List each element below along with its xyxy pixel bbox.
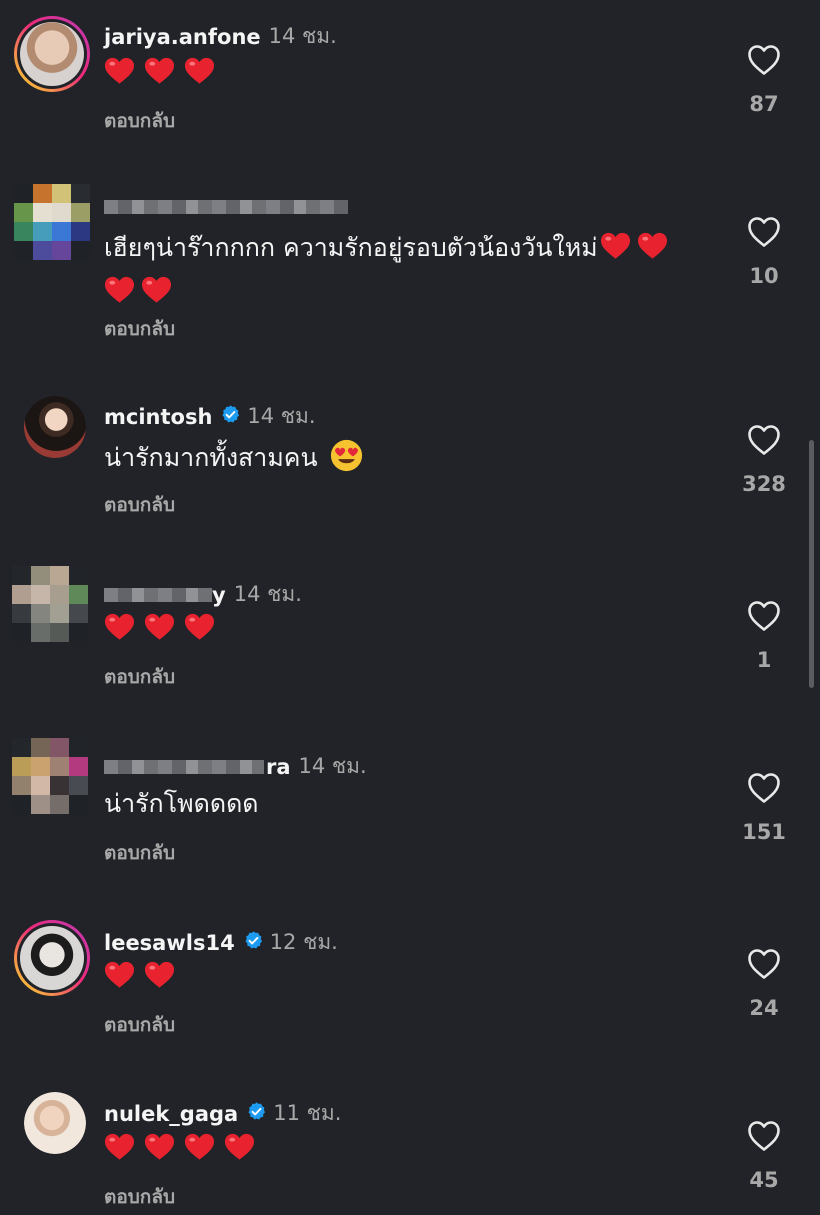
red-heart-emoji bbox=[104, 276, 135, 303]
avatar[interactable] bbox=[14, 184, 90, 260]
avatar[interactable] bbox=[12, 566, 88, 642]
like-count[interactable]: 1 bbox=[724, 648, 804, 672]
heart-emoji-row bbox=[104, 1132, 255, 1162]
heart-emoji-row bbox=[104, 612, 215, 642]
reply-button[interactable]: ตอบกลับ bbox=[104, 838, 175, 868]
like-control: 151 bbox=[724, 772, 804, 844]
reply-button[interactable]: ตอบกลับ bbox=[104, 106, 175, 136]
like-count[interactable]: 45 bbox=[724, 1168, 804, 1192]
like-count[interactable]: 151 bbox=[724, 820, 804, 844]
heart-outline-icon[interactable] bbox=[724, 44, 804, 76]
like-count[interactable]: 328 bbox=[724, 472, 804, 496]
comment-header bbox=[104, 200, 348, 214]
red-heart-emoji bbox=[104, 1133, 135, 1160]
red-heart-emoji bbox=[141, 276, 172, 303]
scrollbar[interactable] bbox=[809, 440, 814, 688]
username-blurred[interactable] bbox=[104, 200, 348, 214]
like-control: 10 bbox=[724, 216, 804, 288]
red-heart-emoji bbox=[104, 613, 135, 640]
timestamp: 14 ชม. bbox=[233, 582, 302, 606]
red-heart-emoji bbox=[637, 232, 667, 259]
timestamp: 14 ชม. bbox=[268, 24, 337, 48]
reply-button[interactable]: ตอบกลับ bbox=[104, 662, 175, 692]
timestamp: 12 ชม. bbox=[269, 930, 338, 954]
heart-outline-icon[interactable] bbox=[724, 600, 804, 632]
red-heart-emoji bbox=[144, 57, 175, 84]
heart-outline-icon[interactable] bbox=[724, 424, 804, 456]
reply-button[interactable]: ตอบกลับ bbox=[104, 490, 175, 520]
red-heart-emoji bbox=[144, 961, 175, 988]
username-blurred[interactable] bbox=[104, 587, 212, 602]
username[interactable]: nulek_gaga bbox=[104, 1102, 238, 1126]
red-heart-emoji bbox=[104, 57, 135, 84]
heart-eyes-emoji bbox=[330, 439, 362, 472]
comment-text: เฮียๆน่าร๊ากกกก ความรักอยู่รอบตัวน้องวัน… bbox=[104, 226, 714, 314]
comments-screen: jariya.anfone 14 ชม. ตอบกลับ 87 เฮียๆน่า… bbox=[0, 0, 820, 1215]
red-heart-emoji bbox=[104, 961, 135, 988]
reply-button[interactable]: ตอบกลับ bbox=[104, 314, 175, 344]
like-count[interactable]: 10 bbox=[724, 264, 804, 288]
avatar[interactable] bbox=[14, 920, 90, 996]
verified-badge-icon bbox=[243, 930, 262, 956]
like-control: 328 bbox=[724, 424, 804, 496]
comment-header: ra 14 ชม. bbox=[104, 750, 367, 783]
timestamp: 14 ชม. bbox=[247, 404, 316, 428]
avatar[interactable] bbox=[24, 1092, 86, 1154]
timestamp: 11 ชม. bbox=[273, 1101, 342, 1125]
like-control: 24 bbox=[724, 948, 804, 1020]
heart-outline-icon[interactable] bbox=[724, 1120, 804, 1152]
like-count[interactable]: 24 bbox=[724, 996, 804, 1020]
like-control: 87 bbox=[724, 44, 804, 116]
like-control: 1 bbox=[724, 600, 804, 672]
username[interactable]: mcintosh bbox=[104, 405, 212, 429]
avatar[interactable] bbox=[14, 16, 90, 92]
username[interactable]: ra bbox=[266, 755, 291, 779]
heart-outline-icon[interactable] bbox=[724, 948, 804, 980]
verified-badge-icon bbox=[246, 1101, 266, 1127]
reply-button[interactable]: ตอบกลับ bbox=[104, 1010, 175, 1040]
heart-outline-icon[interactable] bbox=[724, 216, 804, 248]
red-heart-emoji bbox=[224, 1133, 255, 1160]
like-control: 45 bbox=[724, 1120, 804, 1192]
avatar[interactable] bbox=[24, 396, 86, 458]
heart-outline-icon[interactable] bbox=[724, 772, 804, 804]
comment-header: y 14 ชม. bbox=[104, 578, 302, 611]
verified-badge-icon bbox=[220, 404, 240, 430]
username[interactable]: jariya.anfone bbox=[104, 25, 261, 49]
red-heart-emoji bbox=[184, 613, 215, 640]
heart-emoji-row bbox=[104, 56, 215, 86]
username[interactable]: y bbox=[212, 583, 226, 607]
comment-body: เฮียๆน่าร๊ากกกก ความรักอยู่รอบตัวน้องวัน… bbox=[104, 233, 598, 262]
comment-header: mcintosh 14 ชม. bbox=[104, 400, 316, 433]
like-count[interactable]: 87 bbox=[724, 92, 804, 116]
red-heart-emoji bbox=[600, 232, 630, 259]
comment-text: น่ารักมากทั้งสามคน bbox=[104, 436, 714, 480]
comment-body: น่ารักมากทั้งสามคน bbox=[104, 443, 318, 472]
red-heart-emoji bbox=[184, 57, 215, 84]
red-heart-emoji bbox=[144, 613, 175, 640]
comment-text: น่ารักโพดดดด bbox=[104, 782, 714, 826]
comment-header: nulek_gaga 11 ชม. bbox=[104, 1097, 341, 1130]
red-heart-emoji bbox=[144, 1133, 175, 1160]
comment-body: น่ารักโพดดดด bbox=[104, 789, 259, 818]
comment-header: jariya.anfone 14 ชม. bbox=[104, 20, 337, 53]
timestamp: 14 ชม. bbox=[298, 754, 367, 778]
heart-emoji-row bbox=[104, 960, 175, 990]
username[interactable]: leesawls14 bbox=[104, 931, 235, 955]
red-heart-emoji bbox=[184, 1133, 215, 1160]
username-blurred[interactable] bbox=[104, 759, 264, 774]
avatar[interactable] bbox=[12, 738, 88, 814]
comment-header: leesawls14 12 ชม. bbox=[104, 926, 338, 959]
reply-button[interactable]: ตอบกลับ bbox=[104, 1182, 175, 1212]
